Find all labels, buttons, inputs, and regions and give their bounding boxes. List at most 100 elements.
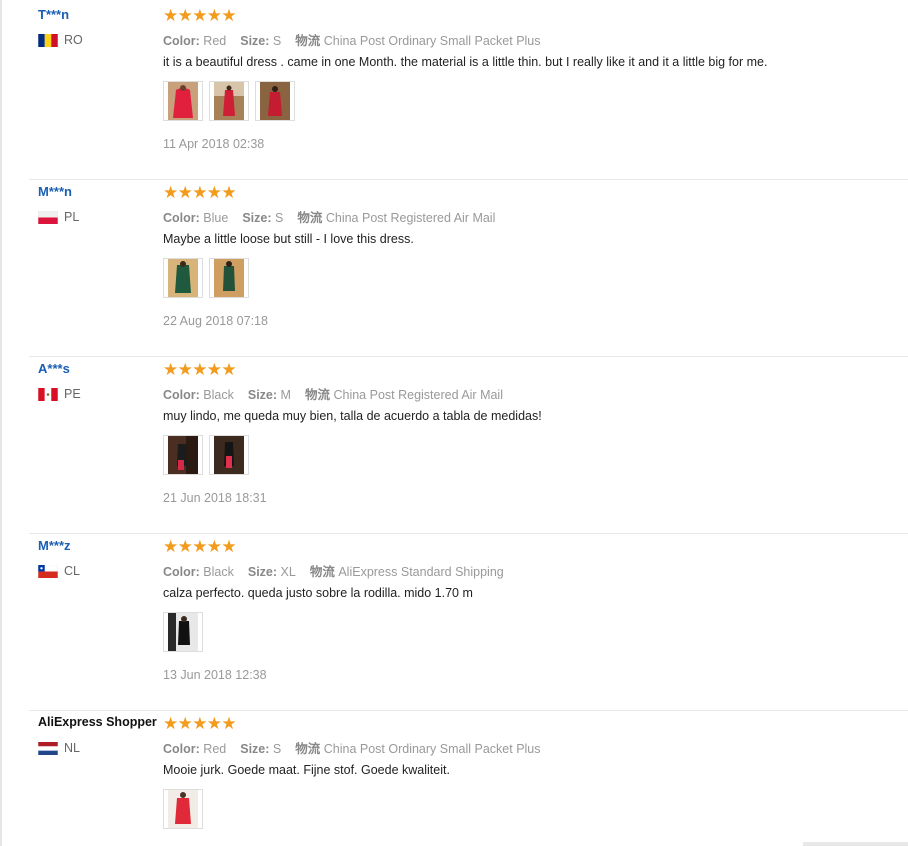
size-value: S [275, 211, 284, 225]
size-label: Size: [240, 742, 270, 756]
flag-peru-icon [38, 387, 58, 401]
reviewer-country: RO [38, 33, 83, 47]
review-date: 11 Apr 2018 02:38 [163, 137, 265, 151]
star-icon: ★ [163, 183, 179, 202]
shipping-label: 物流 [304, 388, 330, 402]
star-icon: ★ [192, 537, 208, 556]
review-photo-thumbnail[interactable] [209, 258, 249, 298]
reviewer-name[interactable]: M***n [38, 184, 72, 199]
review-photo-thumbnail[interactable] [209, 81, 249, 121]
color-label: Color: [163, 34, 200, 48]
order-info: Color: Black Size: M 物流 China Post Registe… [163, 384, 503, 403]
shipping-label: 物流 [309, 565, 335, 579]
color-label: Color: [163, 565, 200, 579]
star-icon: ★ [192, 360, 208, 379]
star-icon: ★ [163, 537, 179, 556]
order-info: Color: Red Size: S 物流 China Post Ordinary … [163, 738, 541, 757]
review-text: it is a beautiful dress . came in one Mo… [163, 55, 768, 69]
size-label: Size: [240, 34, 270, 48]
star-icon: ★ [177, 6, 193, 25]
size-label: Size: [247, 388, 278, 402]
shipping-value: China Post Ordinary Small Packet Plus [323, 742, 541, 756]
flag-chile-icon [38, 564, 58, 578]
star-icon: ★ [177, 183, 193, 202]
star-icon: ★ [221, 183, 237, 202]
shipping-value: China Post Registered Air Mail [325, 211, 496, 225]
star-icon: ★ [206, 714, 223, 733]
star-icon: ★ [192, 714, 208, 733]
review-date: 21 Jun 2018 18:31 [163, 491, 267, 505]
color-value: Black [203, 565, 234, 579]
order-info: Color: Blue Size: S 物流 China Post Register… [163, 207, 495, 226]
reviewer-country: PL [38, 210, 79, 224]
review-item: T***n RO ★ ★ ★ ★ ★ Color: Red Size: S 物流 China… [0, 3, 908, 180]
star-icon: ★ [163, 360, 179, 379]
reviewer-name[interactable]: M***z [38, 538, 71, 553]
shipping-label: 物流 [295, 34, 321, 48]
star-icon: ★ [177, 537, 193, 556]
review-item: A***s PE ★ ★ ★ ★ ★ Color: Black Size: M 物流 Chi… [0, 357, 908, 534]
country-code: PE [64, 387, 81, 401]
review-date: 13 Jun 2018 12:38 [163, 668, 267, 682]
star-icon: ★ [163, 714, 179, 733]
star-icon: ★ [206, 537, 223, 556]
star-rating: ★ ★ ★ ★ ★ [163, 6, 237, 25]
country-code: CL [64, 564, 80, 578]
country-code: RO [64, 33, 83, 47]
review-photos [163, 81, 295, 121]
star-icon: ★ [221, 360, 237, 379]
order-info: Color: Black Size: XL 物流 AliExpress Standa… [163, 561, 504, 580]
review-photo-thumbnail[interactable] [163, 789, 203, 829]
flag-poland-icon [38, 210, 58, 224]
country-code: NL [64, 741, 80, 755]
color-value: Red [203, 742, 227, 756]
country-code: PL [64, 210, 80, 224]
shipping-label: 物流 [297, 211, 323, 225]
review-photo-thumbnail[interactable] [163, 81, 203, 121]
review-item: M***n PL ★ ★ ★ ★ ★ Color: Blue Size: S 物流 Chin… [0, 180, 908, 357]
color-label: Color: [163, 388, 200, 402]
star-rating: ★ ★ ★ ★ ★ [163, 183, 237, 202]
star-icon: ★ [221, 537, 237, 556]
size-value: S [272, 742, 282, 756]
star-icon: ★ [206, 360, 223, 379]
review-photos [163, 789, 203, 829]
size-label: Size: [247, 565, 278, 579]
review-item: M***z CL ★ ★ ★ ★ ★ Color: Black Size: XL 物流 Al… [0, 534, 908, 711]
review-photo-thumbnail[interactable] [163, 258, 203, 298]
review-photo-thumbnail[interactable] [163, 435, 203, 475]
review-photos [163, 612, 203, 652]
shipping-value: AliExpress Standard Shipping [338, 565, 504, 579]
color-label: Color: [163, 742, 200, 756]
reviewer-name: AliExpress Shopper [38, 715, 157, 729]
shipping-value: China Post Ordinary Small Packet Plus [323, 34, 541, 48]
order-info: Color: Red Size: S 物流 China Post Ordinary … [163, 30, 541, 49]
flag-netherlands-icon [38, 741, 58, 755]
star-rating: ★ ★ ★ ★ ★ [163, 360, 237, 379]
star-icon: ★ [177, 360, 193, 379]
reviewer-country: NL [38, 741, 80, 755]
shipping-label: 物流 [295, 742, 321, 756]
star-icon: ★ [221, 714, 237, 733]
review-text: calza perfecto. queda justo sobre la rod… [163, 586, 473, 600]
review-photo-thumbnail[interactable] [209, 435, 249, 475]
reviewer-country: PE [38, 387, 81, 401]
star-icon: ★ [221, 6, 237, 25]
size-value: XL [280, 565, 296, 579]
reviewer-name[interactable]: A***s [38, 361, 70, 376]
reviewer-name[interactable]: T***n [38, 7, 69, 22]
star-icon: ★ [177, 714, 193, 733]
review-text: muy lindo, me queda muy bien, talla de a… [163, 409, 542, 423]
shipping-value: China Post Registered Air Mail [333, 388, 503, 402]
star-rating: ★ ★ ★ ★ ★ [163, 537, 237, 556]
reviewer-country: CL [38, 564, 80, 578]
review-photo-thumbnail[interactable] [163, 612, 203, 652]
review-photos [163, 435, 249, 475]
star-icon: ★ [163, 6, 179, 25]
review-text: Maybe a little loose but still - I love … [163, 232, 414, 246]
star-icon: ★ [206, 183, 223, 202]
size-label: Size: [242, 211, 272, 225]
review-item: AliExpress Shopper NL ★ ★ ★ ★ ★ Color: Red Si… [0, 711, 908, 846]
color-value: Red [203, 34, 227, 48]
review-photo-thumbnail[interactable] [255, 81, 295, 121]
